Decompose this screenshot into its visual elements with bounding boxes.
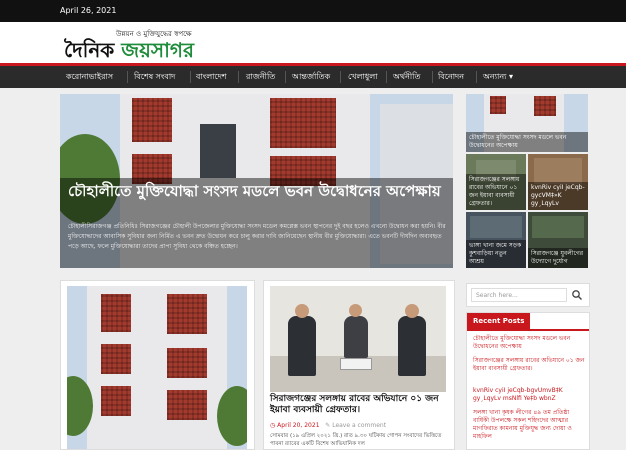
post-date: April 20, 2021 xyxy=(277,422,320,429)
recent-posts-title: Recent Posts xyxy=(467,313,531,329)
logo-word-2: জয়সাগর xyxy=(121,38,195,62)
nav-divider xyxy=(190,71,191,83)
thumb-caption: চৌহালীতে মুক্তিযোদ্ধা সংসদ মডলে ভবন উদ্ব… xyxy=(466,132,588,152)
nav-item-special[interactable]: বিশেষ সংবাদ xyxy=(130,66,179,88)
thumb-image xyxy=(534,158,582,184)
site-logo[interactable]: উন্নয়ন ও মুক্তিযুদ্ধের স্বপক্ষে দৈনিক জ… xyxy=(64,28,224,62)
clock-icon: ◷ xyxy=(270,422,276,429)
top-bar: April 26, 2021 xyxy=(0,0,626,22)
nav-divider xyxy=(340,71,341,83)
side-thumb-2[interactable]: সিরাজগঞ্জের সলঙ্গায় রাবের অভিযানে ০১ জন… xyxy=(466,154,526,210)
card-panel xyxy=(101,344,131,374)
card-panel xyxy=(101,294,131,332)
post-card-image xyxy=(270,286,446,392)
nav-item-bangladesh[interactable]: বাংলাদেশ xyxy=(192,66,231,88)
main-nav: করোনাভাইরাস বিশেষ সংবাদ বাংলাদেশ রাজনীতি… xyxy=(0,66,626,88)
post-card-2[interactable]: সিরাজগঞ্জের সলঙ্গায় রাবের অভিযানে ০১ জন… xyxy=(263,280,455,450)
recent-post-link[interactable]: kvnRiv cyiI jeCqb-bgvUmvB‡K gy¸LqyLv msN… xyxy=(473,387,585,403)
recent-post-link[interactable]: সলঙ্গা খানা কৃষক লীগের ৪৯ তম প্রতিষ্ঠা ব… xyxy=(473,409,585,441)
photo-evidence-sign xyxy=(340,358,372,370)
post-title[interactable]: সিরাজগঞ্জের সলঙ্গায় রাবের অভিযানে ০১ জন… xyxy=(270,394,448,416)
photo-officer xyxy=(288,316,316,376)
photo-suspect xyxy=(344,316,368,358)
nav-item-international[interactable]: আন্তর্জাতিক xyxy=(288,66,334,88)
photo-head xyxy=(349,304,362,317)
hero-title[interactable]: চৌহালীতে মুক্তিযোদ্ধা সংসদ মডলে ভবন উদ্ব… xyxy=(68,182,448,201)
nav-item-politics[interactable]: রাজনীতি xyxy=(242,66,279,88)
hero-window-glass xyxy=(200,124,236,178)
logo-word-1: দৈনিক xyxy=(64,38,115,62)
nav-divider xyxy=(127,71,128,83)
recent-posts-widget: Recent Posts চৌহালীতে মুক্তিযোদ্ধা সংসদ … xyxy=(466,312,590,450)
card-panel xyxy=(101,386,131,416)
recent-post-link[interactable]: সিরাজগঞ্জের সলঙ্গায় রাবের অভিযানে ০১ জন… xyxy=(473,357,585,373)
nav-divider xyxy=(432,71,433,83)
thumb-image xyxy=(532,216,584,238)
photo-head xyxy=(405,304,419,318)
nav-item-others[interactable]: অন্যান্য ▾ xyxy=(479,66,517,88)
nav-item-economy[interactable]: অর্থনীতি xyxy=(389,66,424,88)
hero-excerpt: চৌহালীসিরাজগঞ্জ প্রতিনিধিঃ সিরাজগঞ্জের চ… xyxy=(68,223,446,250)
comment-link[interactable]: Leave a comment xyxy=(332,422,386,429)
thumb-panel xyxy=(534,96,556,116)
site-header: উন্নয়ন ও মুক্তিযুদ্ধের স্বপক্ষে দৈনিক জ… xyxy=(0,22,626,64)
search-widget: Search here... xyxy=(466,283,590,307)
thumb-caption: সিরাজগঞ্জের সলঙ্গায় রাবের অভিযানে ০১ জন… xyxy=(466,174,526,210)
post-meta: ◷ April 20, 2021 ✎ Leave a comment xyxy=(270,422,386,429)
side-thumb-4[interactable]: ভাঙ্গা খানা জমে সড়ক কুশবাড়িয়া নতুন আশ… xyxy=(466,212,526,268)
thumb-image xyxy=(470,216,522,238)
post-excerpt: সোমবার (১৯ এপ্রিল ২০২১ খ্রি.) রাত ৯.৩০ ঘ… xyxy=(270,433,442,447)
side-thumb-3[interactable]: kvnRiv cyiI jeCqb-​gycVM‡»K gy¸LqyLv xyxy=(528,154,588,210)
featured-post[interactable]: চৌহালীতে মুক্তিযোদ্ধা সংসদ মডলে ভবন উদ্ব… xyxy=(60,94,453,268)
nav-item-sports[interactable]: খেলাধুলা xyxy=(344,66,382,88)
thumb-caption: সিরাজগঞ্জে যুবলীগের উদ্যোগে দুর্যোগ xyxy=(528,248,588,268)
hero-window-panel xyxy=(270,98,336,148)
nav-divider xyxy=(386,71,387,83)
comment-icon: ✎ xyxy=(325,422,331,429)
nav-divider xyxy=(238,71,239,83)
nav-item-entertainment[interactable]: বিনোদন xyxy=(434,66,468,88)
photo-officer xyxy=(398,316,426,376)
thumb-caption: ভাঙ্গা খানা জমে সড়ক কুশবাড়িয়া নতুন আশ… xyxy=(466,240,526,268)
side-thumb-1[interactable]: চৌহালীতে মুক্তিযোদ্ধা সংসদ মডলে ভবন উদ্ব… xyxy=(466,94,588,152)
thumb-panel xyxy=(490,96,506,114)
nav-divider xyxy=(285,71,286,83)
card-panel xyxy=(167,390,207,420)
hero-window-panel xyxy=(132,98,172,142)
nav-divider xyxy=(476,71,477,83)
search-icon[interactable] xyxy=(571,289,583,301)
post-card-1[interactable] xyxy=(60,280,255,450)
card-panel xyxy=(167,348,207,378)
photo-head xyxy=(295,304,309,318)
nav-item-corona[interactable]: করোনাভাইরাস xyxy=(62,66,117,88)
recent-post-link[interactable]: চৌহালীতে মুক্তিযোদ্ধা সংসদ মডলে ভবন উদ্ব… xyxy=(473,335,585,351)
side-thumb-5[interactable]: সিরাজগঞ্জে যুবলীগের উদ্যোগে দুর্যোগ xyxy=(528,212,588,268)
post-card-image xyxy=(67,286,247,449)
search-input[interactable]: Search here... xyxy=(471,288,567,302)
recent-posts-header: Recent Posts xyxy=(467,313,589,331)
card-panel xyxy=(167,294,207,334)
thumb-caption: kvnRiv cyiI jeCqb-​gycVM‡»K gy¸LqyLv xyxy=(528,182,588,210)
current-date: April 26, 2021 xyxy=(60,6,117,15)
